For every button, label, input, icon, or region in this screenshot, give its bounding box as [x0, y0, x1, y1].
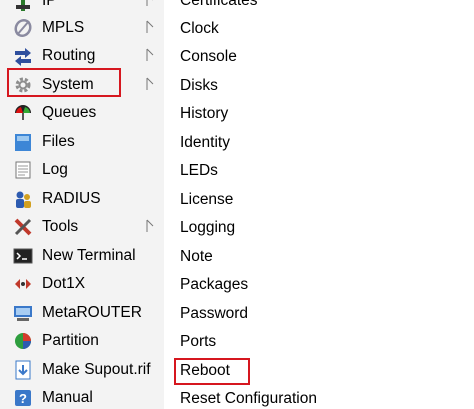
submenu-item-label: Console	[180, 48, 237, 65]
submenu-item-label: Ports	[180, 333, 217, 350]
submenu-item-label: Password	[180, 305, 249, 322]
submenu-item-note[interactable]: Note	[165, 242, 371, 271]
submenu-item-label: History	[180, 105, 229, 122]
menu-item-label: Partition	[42, 332, 99, 349]
menu-item-label: Tools	[42, 218, 79, 235]
ip-icon	[12, 0, 33, 11]
submenu-item-clock[interactable]: Clock	[165, 14, 371, 43]
radius-icon	[12, 189, 33, 209]
submenu-arrow-icon	[146, 219, 154, 232]
submenu-item-label: Note	[180, 248, 213, 265]
manual-icon: ?	[12, 388, 33, 408]
menu-item-label: Dot1X	[42, 275, 86, 292]
supout-icon	[12, 360, 33, 380]
submenu-item-label: Disks	[180, 77, 218, 94]
system-submenu: Certificates Clock Console Disks History…	[165, 0, 371, 409]
menu-item-label: MPLS	[42, 19, 85, 36]
menu-item-queues[interactable]: Queues	[0, 98, 163, 127]
submenu-item-certificates[interactable]: Certificates	[165, 0, 371, 15]
tools-icon	[12, 217, 33, 237]
queues-icon	[12, 103, 33, 123]
menu-item-metarouter[interactable]: MetaROUTER	[0, 298, 163, 327]
log-icon	[12, 160, 33, 180]
submenu-item-license[interactable]: License	[165, 185, 371, 214]
submenu-item-reboot[interactable]: Reboot	[165, 356, 371, 385]
submenu-item-label: Clock	[180, 20, 219, 37]
submenu-item-reset-configuration[interactable]: Reset Configuration	[165, 384, 371, 409]
menu-item-label: New Terminal	[42, 247, 136, 264]
menu-item-tools[interactable]: Tools	[0, 212, 163, 241]
menu-item-label: MetaROUTER	[42, 304, 142, 321]
menu-item-label: Manual	[42, 389, 93, 406]
svg-text:?: ?	[19, 391, 27, 406]
menu-item-make-supout[interactable]: Make Supout.rif	[0, 355, 163, 384]
menu-item-label: Log	[42, 161, 68, 178]
menu-item-label: Queues	[42, 104, 97, 121]
menu-item-routing[interactable]: Routing	[0, 41, 163, 70]
submenu-item-history[interactable]: History	[165, 99, 371, 128]
submenu-arrow-icon	[146, 48, 154, 61]
metarouter-icon	[12, 303, 33, 323]
submenu-item-label: Packages	[180, 276, 249, 293]
mpls-icon	[12, 18, 33, 38]
menu-item-log[interactable]: Log	[0, 155, 163, 184]
menu-item-label: Files	[42, 133, 75, 150]
submenu-item-packages[interactable]: Packages	[165, 270, 371, 299]
menu-item-radius[interactable]: RADIUS	[0, 184, 163, 213]
submenu-item-label: Identity	[180, 134, 230, 151]
submenu-item-ports[interactable]: Ports	[165, 327, 371, 356]
menu-item-label: Make Supout.rif	[42, 361, 151, 378]
submenu-arrow-icon	[146, 0, 153, 6]
terminal-icon	[12, 246, 33, 266]
menu-item-label: IP	[42, 0, 57, 9]
menu-item-dot1x[interactable]: Dot1X	[0, 269, 163, 298]
main-menu: IP MPLS Routing System Queues Files Log …	[0, 0, 164, 409]
submenu-arrow-icon	[146, 20, 154, 33]
menu-item-files[interactable]: Files	[0, 127, 163, 156]
submenu-item-label: LEDs	[180, 162, 218, 179]
submenu-item-label: License	[180, 191, 234, 208]
submenu-item-label: Reset Configuration	[180, 390, 317, 407]
submenu-arrow-icon	[146, 77, 154, 90]
gear-icon	[12, 75, 33, 95]
partition-icon	[12, 331, 33, 351]
menu-item-label: RADIUS	[42, 190, 101, 207]
menu-item-manual[interactable]: ? Manual	[0, 383, 163, 409]
dot1x-icon	[12, 274, 33, 294]
submenu-item-disks[interactable]: Disks	[165, 71, 371, 100]
menu-item-mpls[interactable]: MPLS	[0, 13, 163, 42]
menu-item-label: Routing	[42, 47, 96, 64]
submenu-item-password[interactable]: Password	[165, 299, 371, 328]
submenu-item-console[interactable]: Console	[165, 42, 371, 71]
submenu-item-leds[interactable]: LEDs	[165, 156, 371, 185]
menu-item-partition[interactable]: Partition	[0, 326, 163, 355]
routing-icon	[12, 46, 33, 66]
submenu-item-identity[interactable]: Identity	[165, 128, 371, 157]
submenu-item-logging[interactable]: Logging	[165, 213, 371, 242]
submenu-item-label: Reboot	[180, 362, 230, 379]
menu-item-system[interactable]: System	[0, 70, 163, 99]
folder-icon	[12, 132, 33, 152]
background-area	[372, 0, 474, 409]
submenu-item-label: Logging	[180, 219, 236, 236]
menu-item-label: System	[42, 76, 94, 93]
menu-item-new-terminal[interactable]: New Terminal	[0, 241, 163, 270]
submenu-item-label: Certificates	[180, 0, 258, 9]
